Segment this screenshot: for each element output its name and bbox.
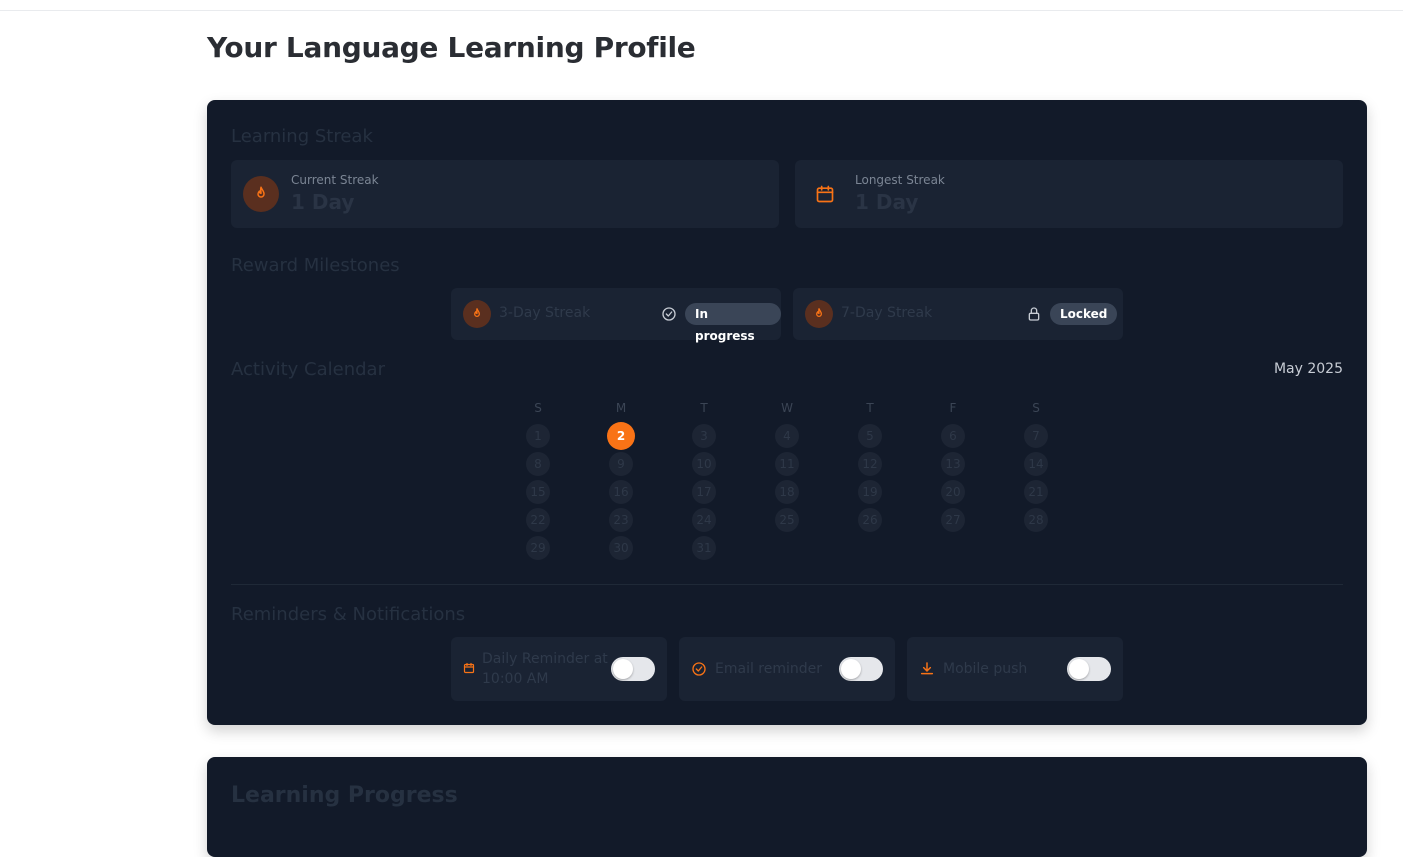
calendar-day[interactable]: 30	[609, 536, 633, 560]
weekday-label: S	[534, 401, 542, 415]
calendar-day[interactable]: 28	[1024, 508, 1048, 532]
calendar-day[interactable]: 22	[526, 508, 550, 532]
calendar-day[interactable]: 10	[692, 452, 716, 476]
progress-section-title: Learning Progress	[231, 783, 458, 808]
download-icon	[920, 662, 934, 675]
mobile-push-toggle[interactable]	[1067, 657, 1111, 681]
reminder-label-line1: Daily Reminder at	[482, 651, 608, 667]
calendar-day[interactable]: 21	[1024, 480, 1048, 504]
calendar-day[interactable]: 3	[692, 424, 716, 448]
weekday-label: T	[866, 401, 874, 415]
calendar-day[interactable]: 9	[609, 452, 633, 476]
milestone-name: 7-Day Streak	[841, 305, 933, 321]
calendar-day[interactable]: 12	[858, 452, 882, 476]
calendar-day[interactable]: 8	[526, 452, 550, 476]
top-divider	[0, 10, 1403, 11]
calendar-day[interactable]: 25	[775, 508, 799, 532]
check-circle-icon	[692, 662, 706, 676]
section-divider	[231, 584, 1343, 585]
flame-icon	[243, 176, 279, 212]
weekday-label: F	[949, 401, 957, 415]
reminder-label: Mobile push	[943, 661, 1028, 677]
calendar-day[interactable]: 18	[775, 480, 799, 504]
calendar-day[interactable]: 6	[941, 424, 965, 448]
calendar-day[interactable]: 15	[526, 480, 550, 504]
milestones-section-title: Reward Milestones	[231, 255, 400, 276]
progress-card: Learning Progress	[207, 757, 1367, 857]
streak-section-title: Learning Streak	[231, 126, 373, 147]
calendar-day[interactable]: 31	[692, 536, 716, 560]
page-title: Your Language Learning Profile	[207, 31, 696, 64]
calendar-day[interactable]: 5	[858, 424, 882, 448]
email-reminder-setting: Email reminder	[679, 637, 895, 701]
reminders-section-title: Reminders & Notifications	[231, 604, 466, 625]
toggle-knob	[613, 659, 633, 679]
current-streak-box: Current Streak 1 Day	[231, 160, 779, 228]
weekday-label: T	[700, 401, 708, 415]
lock-icon	[1028, 307, 1040, 321]
calendar-day[interactable]: 19	[858, 480, 882, 504]
weekday-label: M	[615, 401, 627, 415]
daily-reminder-toggle[interactable]	[611, 657, 655, 681]
weekday-label: S	[1032, 401, 1040, 415]
calendar-day[interactable]: 24	[692, 508, 716, 532]
reminder-label: Email reminder	[715, 661, 823, 677]
calendar-day[interactable]: 16	[609, 480, 633, 504]
mobile-push-setting: Mobile push	[907, 637, 1123, 701]
calendar-day[interactable]: 14	[1024, 452, 1048, 476]
calendar-day[interactable]: 7	[1024, 424, 1048, 448]
milestone-name: 3-Day Streak	[499, 305, 591, 321]
calendar-day[interactable]: 17	[692, 480, 716, 504]
longest-streak-value: 1 Day	[855, 190, 919, 214]
status-badge: Locked	[1050, 303, 1118, 325]
email-reminder-toggle[interactable]	[839, 657, 883, 681]
longest-streak-label: Longest Streak	[855, 173, 945, 187]
calendar-day-active[interactable]: 2	[607, 422, 635, 450]
calendar-day[interactable]: 20	[941, 480, 965, 504]
reminder-label: Daily Reminder at 10:00 AM	[482, 649, 608, 689]
status-badge: In progress	[685, 303, 781, 343]
milestone-3-day[interactable]: 3-Day Streak In progress	[451, 288, 781, 343]
calendar-section-title: Activity Calendar	[231, 359, 385, 380]
calendar-day[interactable]: 1	[526, 424, 550, 448]
calendar-icon	[463, 662, 475, 674]
milestone-7-day[interactable]: 7-Day Streak Locked	[793, 288, 1123, 340]
toggle-knob	[1069, 659, 1089, 679]
daily-reminder-setting: Daily Reminder at 10:00 AM	[451, 637, 667, 701]
calendar-day[interactable]: 13	[941, 452, 965, 476]
calendar-day[interactable]: 11	[775, 452, 799, 476]
longest-streak-box: Longest Streak 1 Day	[795, 160, 1343, 228]
reminder-label-line2: 10:00 AM	[482, 671, 549, 687]
current-streak-value: 1 Day	[291, 190, 355, 214]
check-circle-icon	[662, 307, 676, 321]
calendar-day[interactable]: 26	[858, 508, 882, 532]
streak-card: Learning Streak Current Streak 1 Day Lon…	[207, 100, 1367, 725]
flame-icon	[805, 300, 833, 328]
flame-icon	[463, 300, 491, 328]
calendar-icon	[807, 176, 843, 212]
current-streak-label: Current Streak	[291, 173, 379, 187]
calendar-day[interactable]: 27	[941, 508, 965, 532]
weekday-label: W	[781, 401, 793, 415]
calendar-month: May 2025	[1273, 361, 1343, 377]
calendar-day[interactable]: 29	[526, 536, 550, 560]
toggle-knob	[841, 659, 861, 679]
calendar-day[interactable]: 4	[775, 424, 799, 448]
calendar-day[interactable]: 23	[609, 508, 633, 532]
